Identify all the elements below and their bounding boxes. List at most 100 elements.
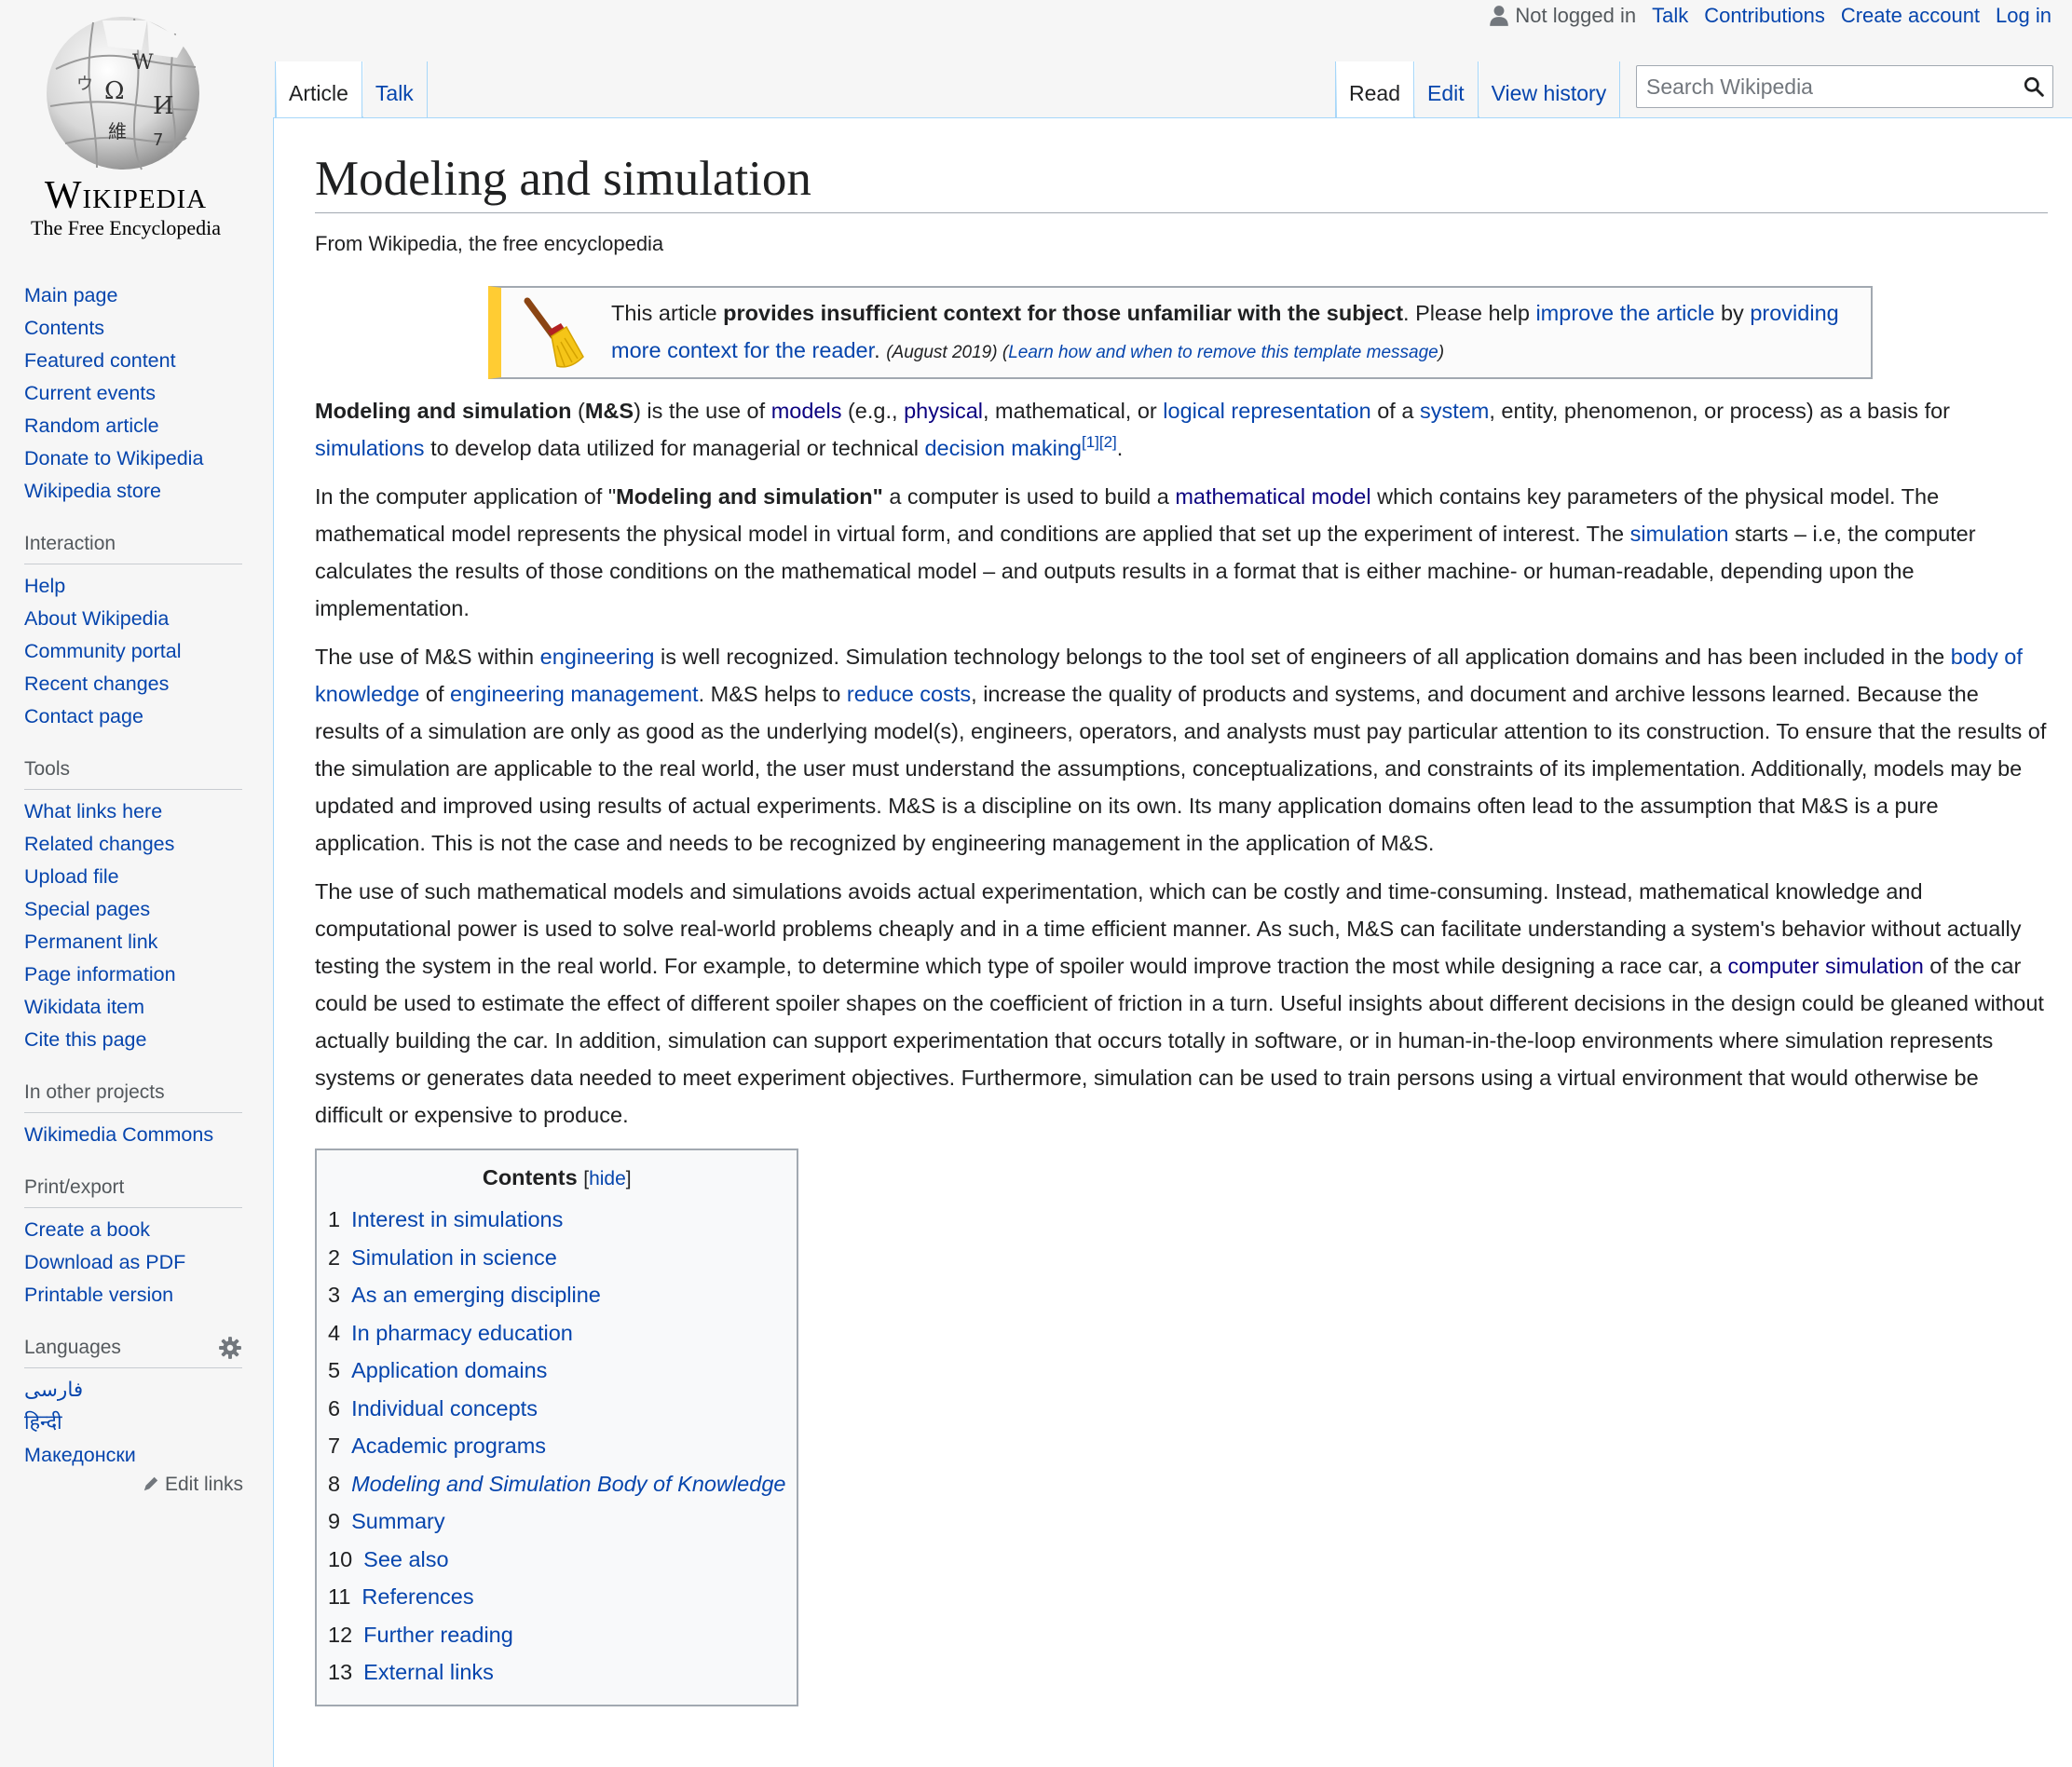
link-decision-making[interactable]: decision making bbox=[924, 436, 1082, 460]
tagline: The Free Encyclopedia bbox=[30, 216, 221, 239]
toc-item[interactable]: 2 Simulation in science bbox=[328, 1239, 785, 1277]
toc-link[interactable]: Summary bbox=[351, 1509, 445, 1533]
sidebar-item-related-changes[interactable]: Related changes bbox=[24, 833, 174, 855]
text: a computer is used to build a bbox=[882, 484, 1176, 509]
toc-item[interactable]: 7 Academic programs bbox=[328, 1427, 785, 1465]
toc-item[interactable]: 6 Individual concepts bbox=[328, 1390, 785, 1428]
toc-item[interactable]: 11 References bbox=[328, 1578, 785, 1616]
search-button[interactable] bbox=[2015, 66, 2052, 107]
link-engineering-management[interactable]: engineering management bbox=[450, 682, 699, 706]
toc-link[interactable]: As an emerging discipline bbox=[351, 1283, 601, 1307]
edit-links[interactable]: Edit links bbox=[0, 1474, 243, 1496]
log-in-link[interactable]: Log in bbox=[1996, 4, 2052, 28]
sidebar-item-about[interactable]: About Wikipedia bbox=[24, 607, 169, 630]
toc-link[interactable]: Individual concepts bbox=[351, 1396, 538, 1420]
toc-link[interactable]: External links bbox=[363, 1660, 494, 1684]
notice-text: This article bbox=[611, 300, 724, 325]
link-engineering[interactable]: engineering bbox=[540, 645, 655, 669]
toc-item[interactable]: 4 In pharmacy education bbox=[328, 1314, 785, 1352]
toc-number: 4 bbox=[328, 1320, 341, 1345]
create-account-link[interactable]: Create account bbox=[1841, 4, 1980, 28]
sidebar-item-recent-changes[interactable]: Recent changes bbox=[24, 673, 169, 695]
toc-link[interactable]: In pharmacy education bbox=[351, 1321, 573, 1345]
text: , mathematical, or bbox=[982, 399, 1164, 423]
link-system[interactable]: system bbox=[1420, 399, 1489, 423]
sidebar-item-random-article[interactable]: Random article bbox=[24, 415, 159, 437]
link-simulations[interactable]: simulations bbox=[315, 436, 425, 460]
tab-view-history[interactable]: View history bbox=[1478, 61, 1621, 117]
sidebar-item-page-information[interactable]: Page information bbox=[24, 963, 176, 985]
notice-bold-text: provides insufficient context for those … bbox=[723, 300, 1404, 325]
toc-hide-toggle[interactable]: [hide] bbox=[583, 1168, 631, 1189]
toc-item[interactable]: 5 Application domains bbox=[328, 1352, 785, 1390]
reference-2[interactable]: [2] bbox=[1099, 433, 1117, 451]
sidebar-item-upload-file[interactable]: Upload file bbox=[24, 865, 119, 888]
toc-link[interactable]: Modeling and Simulation Body of Knowledg… bbox=[351, 1472, 785, 1496]
toc-link[interactable]: References bbox=[361, 1584, 473, 1609]
toc-item[interactable]: 3 As an emerging discipline bbox=[328, 1276, 785, 1314]
sidebar-item-store[interactable]: Wikipedia store bbox=[24, 480, 161, 502]
sidebar-item-printable-version[interactable]: Printable version bbox=[24, 1284, 173, 1306]
not-logged-in: Not logged in bbox=[1489, 4, 1636, 28]
sidebar-item-current-events[interactable]: Current events bbox=[24, 382, 156, 404]
link-logical-representation[interactable]: logical representation bbox=[1163, 399, 1370, 423]
link-computer-simulation[interactable]: computer simulation bbox=[1727, 954, 1923, 978]
link-reduce-costs[interactable]: reduce costs bbox=[847, 682, 971, 706]
link-models[interactable]: models bbox=[771, 399, 842, 423]
toc-link[interactable]: See also bbox=[363, 1547, 448, 1571]
toc-link[interactable]: Further reading bbox=[363, 1623, 513, 1647]
toc-link[interactable]: Interest in simulations bbox=[351, 1207, 563, 1231]
sidebar-item-wikidata-item[interactable]: Wikidata item bbox=[24, 996, 144, 1018]
toc-hide-link[interactable]: hide bbox=[589, 1168, 626, 1189]
search-input[interactable] bbox=[1637, 74, 2015, 100]
contributions-link[interactable]: Contributions bbox=[1704, 4, 1825, 28]
toc-link[interactable]: Application domains bbox=[351, 1358, 547, 1382]
talk-link[interactable]: Talk bbox=[1652, 4, 1688, 28]
link-physical[interactable]: physical bbox=[904, 399, 983, 423]
sidebar-item-featured-content[interactable]: Featured content bbox=[24, 349, 176, 372]
sidebar-item-donate[interactable]: Donate to Wikipedia bbox=[24, 447, 203, 469]
sidebar-item-create-book[interactable]: Create a book bbox=[24, 1218, 150, 1241]
language-link-hi[interactable]: हिन्दी bbox=[24, 1411, 62, 1434]
sidebar-item-contents[interactable]: Contents bbox=[24, 317, 104, 339]
toc-number: 11 bbox=[328, 1584, 351, 1609]
site-subtitle: From Wikipedia, the free encyclopedia bbox=[315, 232, 664, 255]
sidebar-item-what-links-here[interactable]: What links here bbox=[24, 800, 162, 822]
toc-item[interactable]: 1 Interest in simulations bbox=[328, 1201, 785, 1239]
toc-item[interactable]: 8 Modeling and Simulation Body of Knowled… bbox=[328, 1465, 785, 1503]
puzzle-globe-icon: Ω W И 維 7 ウ bbox=[47, 17, 199, 170]
remove-template-link[interactable]: Learn how and when to remove this templa… bbox=[1008, 343, 1438, 362]
sidebar-heading-other-projects: In other projects bbox=[24, 1079, 242, 1113]
toc-item[interactable]: 13 External links bbox=[328, 1653, 785, 1692]
toc-link[interactable]: Simulation in science bbox=[351, 1245, 557, 1270]
tab-read[interactable]: Read bbox=[1335, 61, 1414, 117]
toc-item[interactable]: 10 See also bbox=[328, 1541, 785, 1579]
reference-1[interactable]: [1] bbox=[1082, 433, 1099, 451]
tab-talk[interactable]: Talk bbox=[361, 61, 428, 117]
sidebar-item-contact-page[interactable]: Contact page bbox=[24, 705, 143, 727]
pencil-icon bbox=[143, 1476, 158, 1491]
sidebar-item-help[interactable]: Help bbox=[24, 575, 65, 597]
sidebar-item-wikimedia-commons[interactable]: Wikimedia Commons bbox=[24, 1123, 213, 1146]
gear-icon[interactable] bbox=[218, 1336, 242, 1360]
language-link-mk[interactable]: Македонски bbox=[24, 1444, 136, 1466]
sidebar-item-main-page[interactable]: Main page bbox=[24, 284, 117, 306]
text: is well recognized. Simulation technolog… bbox=[654, 645, 1951, 669]
link-mathematical-model[interactable]: mathematical model bbox=[1175, 484, 1370, 509]
improve-article-link[interactable]: improve the article bbox=[1535, 301, 1714, 325]
text: (e.g., bbox=[841, 399, 905, 423]
sidebar-item-special-pages[interactable]: Special pages bbox=[24, 898, 150, 920]
link-simulation[interactable]: simulation bbox=[1630, 522, 1729, 546]
search-box bbox=[1636, 65, 2053, 108]
sidebar-item-permanent-link[interactable]: Permanent link bbox=[24, 931, 157, 953]
sidebar-item-community-portal[interactable]: Community portal bbox=[24, 640, 181, 662]
tab-article[interactable]: Article bbox=[275, 61, 362, 117]
wikipedia-logo[interactable]: Ω W И 維 7 ウ Wikipedia The Free Encyclope… bbox=[0, 0, 252, 251]
tab-edit[interactable]: Edit bbox=[1413, 61, 1479, 117]
toc-link[interactable]: Academic programs bbox=[351, 1434, 546, 1458]
toc-item[interactable]: 9 Summary bbox=[328, 1502, 785, 1541]
toc-item[interactable]: 12 Further reading bbox=[328, 1616, 785, 1654]
sidebar-item-download-pdf[interactable]: Download as PDF bbox=[24, 1251, 185, 1273]
language-link-fa[interactable]: فارسی bbox=[24, 1379, 83, 1401]
sidebar-item-cite-this-page[interactable]: Cite this page bbox=[24, 1028, 146, 1051]
